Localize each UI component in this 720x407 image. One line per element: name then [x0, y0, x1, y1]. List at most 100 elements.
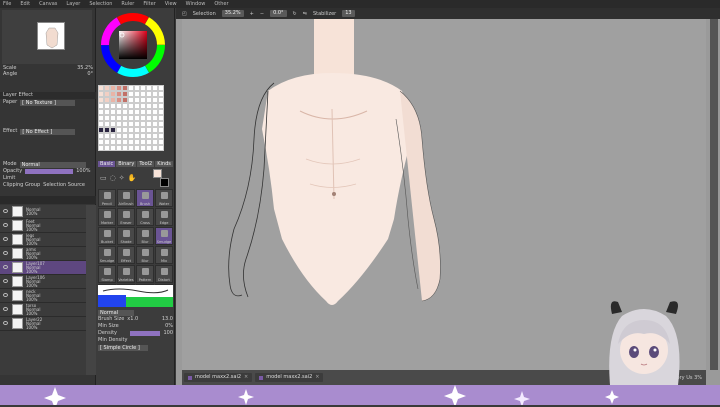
tool-button[interactable]: Distort: [155, 265, 173, 283]
min-size-value[interactable]: 0%: [165, 323, 173, 330]
layer-opacity: 100%: [26, 254, 38, 260]
tool-button[interactable]: AirBrush: [117, 189, 135, 207]
tool-button[interactable]: Effect: [117, 246, 135, 264]
layer-effect-panel: Layer Effect Paper [ No Texture ] Effect…: [0, 92, 96, 135]
selection-source-checkbox[interactable]: Selection Source: [43, 182, 85, 189]
tool-button[interactable]: Bucket: [98, 227, 116, 245]
close-icon[interactable]: ×: [315, 373, 319, 382]
tool-button[interactable]: Blur: [136, 246, 154, 264]
menu-selection[interactable]: Selection: [89, 1, 112, 7]
primary-color-swatch[interactable]: [153, 169, 162, 178]
select-rect-icon[interactable]: ▭: [100, 174, 107, 182]
tool-button[interactable]: Water: [155, 189, 173, 207]
layer-opacity: 100%: [26, 296, 38, 302]
zoom-in-icon[interactable]: +: [250, 11, 254, 17]
density-slider[interactable]: [130, 331, 161, 336]
layer-opacity: 100%: [26, 282, 38, 288]
layer-row[interactable]: neck Normal 100%: [0, 289, 86, 303]
lasso-icon[interactable]: ◌: [110, 174, 116, 182]
layer-props: Mode Normal Opacity 100% Limit Clipping …: [0, 161, 96, 189]
menu-layer[interactable]: Layer: [66, 1, 80, 7]
layer-thumbnail: [12, 262, 23, 273]
eye-icon[interactable]: [3, 223, 8, 227]
tool-button[interactable]: Smudge: [98, 246, 116, 264]
tool-button[interactable]: Pencil: [98, 189, 116, 207]
brush-size-value[interactable]: 13.0: [162, 316, 173, 323]
opacity-slider[interactable]: [25, 169, 74, 174]
mode-select[interactable]: Normal: [19, 161, 86, 168]
menu-canvas[interactable]: Canvas: [39, 1, 57, 7]
eye-icon[interactable]: [3, 307, 8, 311]
layer-row[interactable]: Normal 100%: [0, 205, 86, 219]
tool-button[interactable]: Varieties: [117, 265, 135, 283]
tool-button[interactable]: Pattern: [136, 265, 154, 283]
eye-icon[interactable]: [3, 209, 8, 213]
tool-button[interactable]: Brush: [136, 189, 154, 207]
menu-file[interactable]: File: [3, 1, 11, 7]
eye-icon[interactable]: [3, 265, 8, 269]
close-icon[interactable]: ×: [244, 373, 248, 382]
brush-size-mult[interactable]: x1.0: [127, 316, 138, 323]
tool-button[interactable]: Mix: [155, 246, 173, 264]
tool-button[interactable]: Marker: [98, 208, 116, 226]
tool-button[interactable]: Cross: [136, 208, 154, 226]
menu-filter[interactable]: Filter: [143, 1, 155, 7]
angle-value[interactable]: 0°: [87, 71, 93, 78]
layer-row[interactable]: legs Normal 100%: [0, 233, 86, 247]
figure-thumb-icon: [45, 27, 59, 49]
tool-button[interactable]: Stamp: [98, 265, 116, 283]
swatch-grid[interactable]: [98, 85, 164, 151]
file-tab-2[interactable]: model maxx2.sai2 ×: [255, 373, 324, 382]
secondary-color-swatch[interactable]: [160, 178, 169, 187]
tool-label: Bucket: [101, 240, 113, 244]
menu-window[interactable]: Window: [186, 1, 206, 7]
menu-edit[interactable]: Edit: [20, 1, 30, 7]
layer-toolbar: [0, 196, 96, 204]
tool-button[interactable]: Edge: [155, 208, 173, 226]
layer-list-scrollbar[interactable]: [86, 205, 96, 375]
file-tab-1[interactable]: model maxx2.sai2 ×: [184, 373, 253, 382]
menu-ruler[interactable]: Ruler: [121, 1, 134, 7]
menu-other[interactable]: Other: [214, 1, 228, 7]
brush-shape-select[interactable]: [ Simple Circle ]: [98, 344, 148, 351]
selection-icon[interactable]: ◰: [182, 11, 187, 17]
menu-view[interactable]: View: [165, 1, 177, 7]
color-wheel[interactable]: [100, 12, 166, 78]
eye-icon[interactable]: [3, 293, 8, 297]
layer-row[interactable]: torso Normal 100%: [0, 303, 86, 317]
stabilizer-select[interactable]: 13: [342, 10, 355, 17]
zoom-field[interactable]: 35.2%: [221, 10, 244, 17]
layer-row[interactable]: Feet Normal 100%: [0, 219, 86, 233]
layer-row[interactable]: Layer106 Normal 100%: [0, 275, 86, 289]
clipping-group-checkbox[interactable]: Clipping Group: [3, 182, 40, 189]
tab-kinds[interactable]: Kinds: [155, 161, 173, 167]
tab-basic[interactable]: Basic: [98, 161, 116, 167]
eye-icon[interactable]: [3, 251, 8, 255]
tab-tool2[interactable]: Tool2: [137, 161, 155, 167]
tool-button[interactable]: Eraser: [117, 208, 135, 226]
effect-select[interactable]: [ No Effect ]: [20, 128, 76, 135]
paper-select[interactable]: [ No Texture ]: [20, 99, 76, 106]
wand-icon[interactable]: ✧: [119, 174, 125, 182]
angle-field[interactable]: 0.0°: [270, 10, 287, 17]
brush-mode-select[interactable]: Normal: [98, 309, 134, 316]
color-swatch[interactable]: [158, 145, 164, 151]
eye-icon[interactable]: [3, 279, 8, 283]
eye-icon[interactable]: [3, 237, 8, 241]
tab-binary[interactable]: Binary: [116, 161, 137, 167]
navigator-thumbnail[interactable]: [37, 22, 65, 50]
hand-icon[interactable]: ✋: [128, 174, 137, 182]
flip-icon[interactable]: ⇋: [303, 11, 307, 17]
canvas-scrollbar[interactable]: [710, 19, 718, 370]
layer-row[interactable]: Layer107 Normal 100%: [0, 261, 86, 275]
eye-icon[interactable]: [3, 321, 8, 325]
navigator[interactable]: [2, 10, 92, 64]
layer-row[interactable]: Layer22 Normal 100%: [0, 317, 86, 331]
rotate-icon[interactable]: ↻: [293, 11, 297, 17]
layer-row[interactable]: arms Normal 100%: [0, 247, 86, 261]
selection-toggle[interactable]: Selection: [193, 11, 216, 17]
zoom-out-icon[interactable]: −: [260, 11, 264, 17]
tool-button[interactable]: Blur: [136, 227, 154, 245]
tool-button[interactable]: Shade: [117, 227, 135, 245]
tool-button[interactable]: Smudge: [155, 227, 173, 245]
